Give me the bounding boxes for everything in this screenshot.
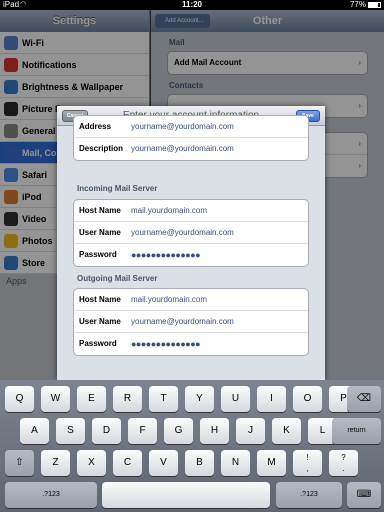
outgoing-password-row[interactable]: Password ●●●●●●●●●●●●●● — [74, 333, 308, 355]
key-f[interactable]: F — [128, 418, 157, 444]
key-e[interactable]: E — [77, 386, 106, 412]
account-info-sheet: Enter your account information Cancel Sa… — [57, 106, 325, 380]
keyboard-hide-icon[interactable]: ⌨ — [347, 482, 381, 508]
outgoing-user-row[interactable]: User Name yourname@yourdomain.com — [74, 311, 308, 333]
key-o[interactable]: O — [293, 386, 322, 412]
incoming-server-group: Host Name mail.yourdomain.com User Name … — [73, 199, 309, 267]
outgoing-server-group: Host Name mail.yourdomain.com User Name … — [73, 288, 309, 356]
description-row[interactable]: Description yourname@yourdomain.com — [74, 138, 308, 160]
key-question-period[interactable]: ? . — [329, 450, 358, 476]
outgoing-server-header: Outgoing Mail Server — [77, 274, 158, 283]
outgoing-host-label: Host Name — [79, 295, 121, 304]
incoming-host-row[interactable]: Host Name mail.yourdomain.com — [74, 200, 308, 222]
outgoing-password-field[interactable]: ●●●●●●●●●●●●●● — [131, 333, 201, 355]
status-bar: iPad ◠ 11:20 77% — [0, 0, 384, 10]
incoming-user-field[interactable]: yourname@yourdomain.com — [131, 222, 234, 244]
clock: 11:20 — [181, 0, 203, 9]
battery-icon — [368, 2, 381, 8]
key-x[interactable]: X — [77, 450, 106, 476]
onscreen-keyboard: Q W E R T Y U I O P ⌫ A S D F G H J K Lreturn ⇧ Z X C V B N M! ,? .… — [0, 380, 384, 512]
incoming-user-label: User Name — [79, 228, 121, 237]
account-group: Address yourname@yourdomain.com Descript… — [73, 115, 309, 161]
key-b[interactable]: B — [185, 450, 214, 476]
key-r[interactable]: R — [113, 386, 142, 412]
numbers-key-right[interactable]: .?123 — [276, 482, 342, 508]
key-u[interactable]: U — [221, 386, 250, 412]
incoming-host-field[interactable]: mail.yourdomain.com — [131, 200, 207, 222]
incoming-password-field[interactable]: ●●●●●●●●●●●●●● — [131, 244, 201, 266]
key-z[interactable]: Z — [41, 450, 70, 476]
key-k[interactable]: K — [272, 418, 301, 444]
key-exclaim-comma[interactable]: ! , — [293, 450, 322, 476]
key-s[interactable]: S — [56, 418, 85, 444]
key-n[interactable]: N — [221, 450, 250, 476]
incoming-password-row[interactable]: Password ●●●●●●●●●●●●●● — [74, 244, 308, 266]
key-c[interactable]: C — [113, 450, 142, 476]
outgoing-user-field[interactable]: yourname@yourdomain.com — [131, 311, 234, 333]
description-field[interactable]: yourname@yourdomain.com — [131, 138, 234, 160]
key-w[interactable]: W — [41, 386, 70, 412]
backspace-icon[interactable]: ⌫ — [347, 386, 381, 412]
shift-icon[interactable]: ⇧ — [5, 450, 34, 476]
key-q[interactable]: Q — [5, 386, 34, 412]
key-y[interactable]: Y — [185, 386, 214, 412]
incoming-server-header: Incoming Mail Server — [77, 184, 158, 193]
return-key[interactable]: return — [332, 418, 381, 444]
key-t[interactable]: T — [149, 386, 178, 412]
key-d[interactable]: D — [92, 418, 121, 444]
outgoing-host-field[interactable]: mail.yourdomain.com — [131, 289, 207, 311]
incoming-user-row[interactable]: User Name yourname@yourdomain.com — [74, 222, 308, 244]
key-h[interactable]: H — [200, 418, 229, 444]
outgoing-password-label: Password — [79, 339, 117, 348]
incoming-host-label: Host Name — [79, 206, 121, 215]
key-a[interactable]: A — [20, 418, 49, 444]
address-row[interactable]: Address yourname@yourdomain.com — [74, 116, 308, 138]
address-label: Address — [79, 122, 112, 131]
key-g[interactable]: G — [164, 418, 193, 444]
outgoing-user-label: User Name — [79, 317, 121, 326]
key-i[interactable]: I — [257, 386, 286, 412]
space-bar[interactable] — [102, 482, 270, 508]
address-field[interactable]: yourname@yourdomain.com — [131, 116, 234, 138]
battery-percent: 77% — [349, 0, 366, 9]
key-j[interactable]: J — [236, 418, 265, 444]
numbers-key[interactable]: .?123 — [5, 482, 97, 508]
incoming-password-label: Password — [79, 250, 117, 259]
description-label: Description — [79, 144, 124, 153]
key-v[interactable]: V — [149, 450, 178, 476]
outgoing-host-row[interactable]: Host Name mail.yourdomain.com — [74, 289, 308, 311]
key-m[interactable]: M — [257, 450, 286, 476]
